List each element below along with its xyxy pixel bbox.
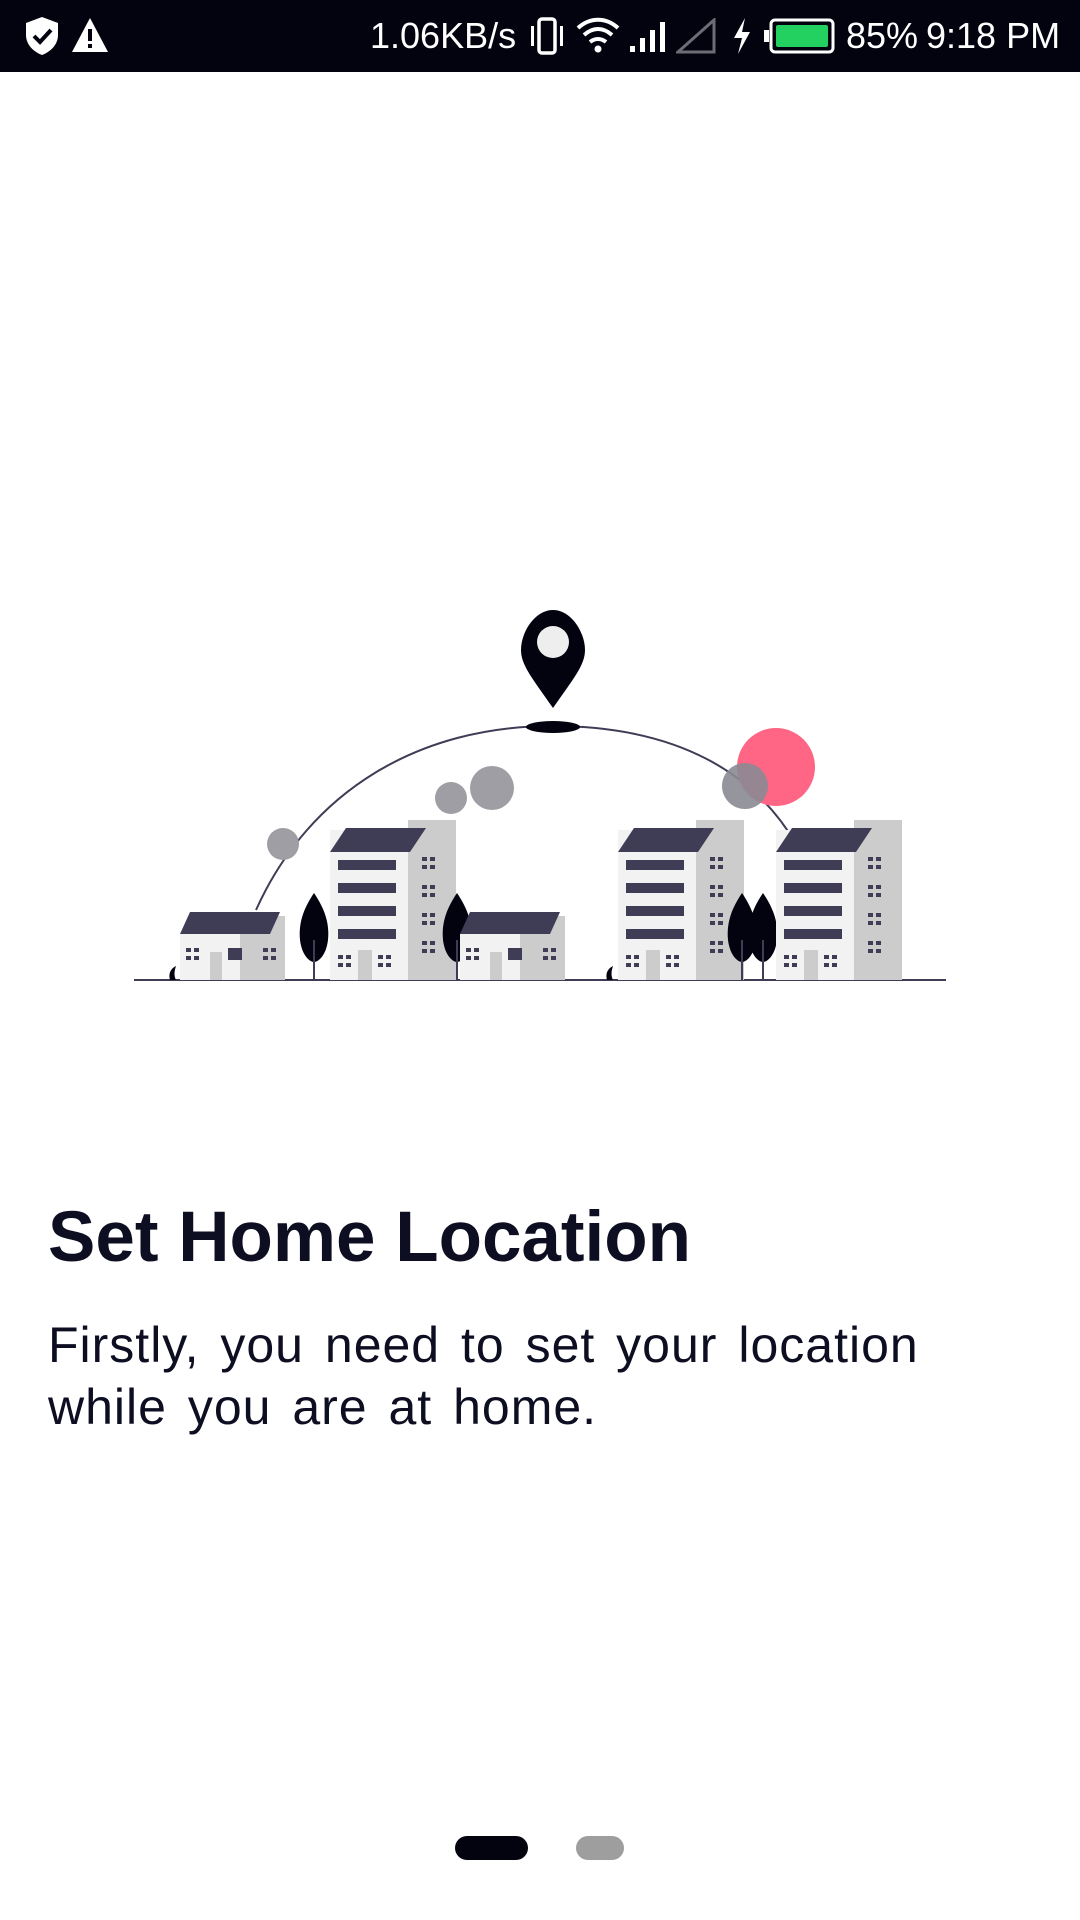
home-location-illustration — [134, 610, 946, 981]
tree-icon — [748, 893, 778, 980]
clock: 9:18 PM — [926, 15, 1061, 56]
page-indicator-active[interactable] — [455, 1836, 528, 1860]
house-icon — [180, 912, 285, 980]
bubble — [267, 828, 299, 860]
plant — [606, 966, 613, 980]
bubble — [470, 766, 514, 810]
page-title: Set Home Location — [48, 1198, 692, 1277]
alert-icon — [72, 18, 108, 52]
shield-check-icon — [26, 17, 58, 55]
bubble — [435, 782, 467, 814]
network-speed: 1.06KB/s — [370, 15, 517, 56]
location-pin-icon — [521, 610, 585, 733]
apartment-building-icon — [330, 820, 456, 980]
tree-icon — [299, 893, 329, 980]
charging-icon — [734, 18, 750, 54]
status-bar: 1.06KB/s 85% 9:18 PM — [0, 0, 1080, 72]
battery-percent: 85% — [846, 15, 919, 56]
signal-icon — [630, 22, 665, 52]
onboarding-screen: 1.06KB/s 85% 9:18 PM Set Home Location F… — [0, 0, 1080, 1920]
wifi-icon — [576, 17, 620, 53]
battery-icon — [764, 18, 835, 54]
vibrate-icon — [531, 17, 563, 55]
no-signal-icon — [676, 18, 716, 54]
bubble — [722, 763, 768, 809]
plant — [169, 966, 176, 980]
house-icon — [460, 912, 565, 980]
page-indicator-inactive[interactable] — [576, 1836, 624, 1860]
apartment-building-icon — [776, 820, 902, 980]
apartment-building-icon — [618, 820, 744, 980]
page-description: Firstly, you need to set your location w… — [48, 1317, 919, 1435]
